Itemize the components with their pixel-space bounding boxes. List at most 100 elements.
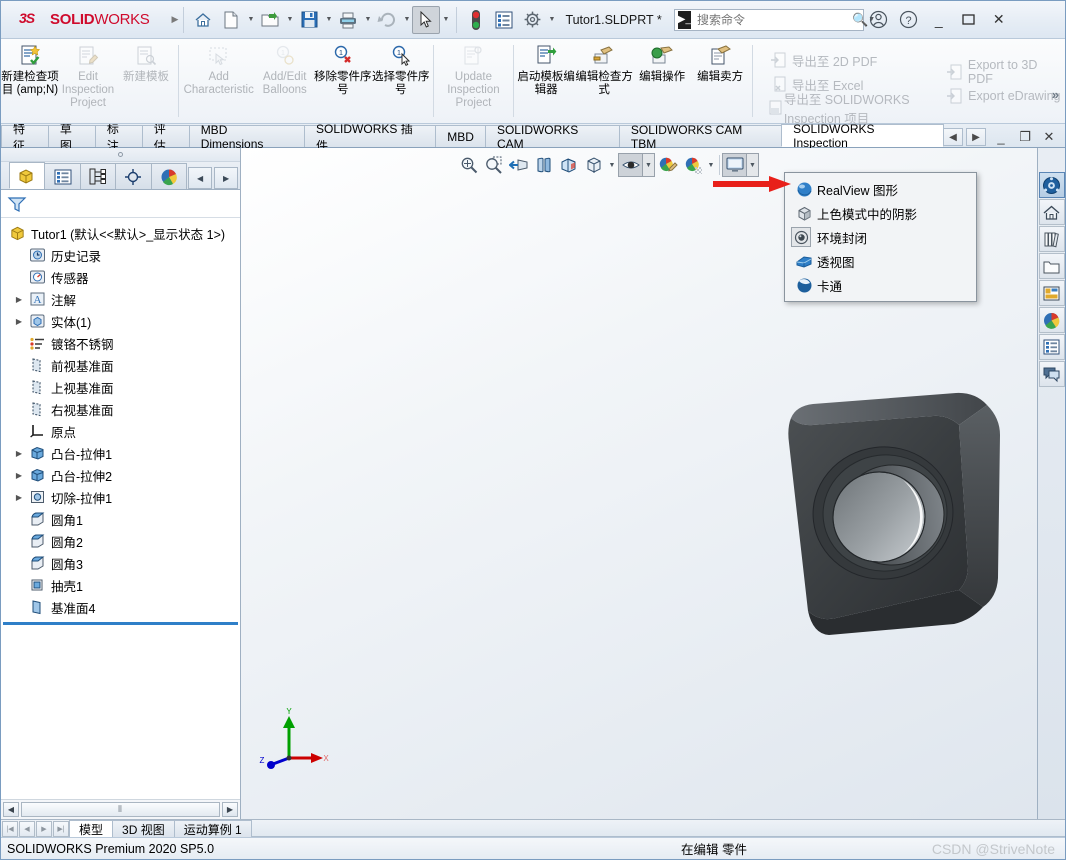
menu-item-perspective[interactable]: 透视图 xyxy=(785,249,976,273)
ribbon-add-characteristic[interactable]: Add Characteristic xyxy=(182,39,256,123)
doc-minimize-button[interactable]: _ xyxy=(989,127,1013,147)
fm-nav-next-button[interactable]: ▶ xyxy=(214,167,239,189)
undo-button[interactable] xyxy=(373,6,401,34)
panel-splitter[interactable] xyxy=(1,148,240,162)
save-button[interactable] xyxy=(295,6,323,34)
zoom-to-area-icon[interactable] xyxy=(481,153,506,177)
account-button[interactable] xyxy=(864,7,894,33)
hide-show-items-icon[interactable] xyxy=(618,153,643,177)
tree-item-front-plane[interactable]: 前视基准面 xyxy=(1,354,240,376)
view-palette-icon[interactable] xyxy=(1038,253,1065,279)
zoom-to-fit-icon[interactable] xyxy=(456,153,481,177)
tree-item-sensors[interactable]: 传感器 xyxy=(1,266,240,288)
dimxpert-manager-tab[interactable] xyxy=(115,163,152,189)
menu-item-shadows-in-shaded-mode[interactable]: 上色模式中的阴影 xyxy=(785,201,976,225)
configuration-manager-tab[interactable] xyxy=(79,163,117,189)
home-button[interactable] xyxy=(189,6,217,34)
ribbon-new-template[interactable]: 新建模板 xyxy=(117,39,175,123)
rebuild-button[interactable] xyxy=(462,6,490,34)
search-input[interactable] xyxy=(691,12,853,27)
ribbon-edit-operation[interactable]: 编辑操作 xyxy=(633,39,691,123)
tab-solidworks-addins[interactable]: SOLIDWORKS 插件 xyxy=(304,122,437,153)
export-swi-item[interactable]: 导出至 SOLIDWORKS Inspection 项目 xyxy=(766,93,932,126)
hide-show-items-caret-icon[interactable]: ▼ xyxy=(643,153,655,177)
view-orientation-icon[interactable] xyxy=(556,153,581,177)
open-caret-icon[interactable]: ▼ xyxy=(284,16,295,23)
expand-chevron-icon[interactable]: ▶ xyxy=(11,493,27,502)
ribbon-edit-vendor[interactable]: 编辑卖方 xyxy=(691,39,749,123)
tree-item-solid-bodies[interactable]: ▶ 实体(1) xyxy=(1,310,240,332)
display-manager-tab[interactable] xyxy=(150,163,188,189)
view-setting-caret-icon[interactable]: ▼ xyxy=(705,153,717,177)
open-button[interactable] xyxy=(256,6,284,34)
expand-chevron-icon[interactable]: ▶ xyxy=(11,295,27,304)
expand-chevron-icon[interactable]: ▶ xyxy=(11,471,27,480)
ribbon-add-edit-balloons[interactable]: 1 Add/Edit Balloons xyxy=(256,39,314,123)
tab-markup[interactable]: 标注 xyxy=(94,122,143,153)
new-document-caret-icon[interactable]: ▼ xyxy=(245,16,256,23)
tree-item-boss-extrude1[interactable]: ▶ 凸台-拉伸1 xyxy=(1,442,240,464)
custom-properties-icon[interactable] xyxy=(1038,334,1065,360)
section-view-icon[interactable] xyxy=(531,153,556,177)
select-tool-button[interactable] xyxy=(412,5,441,34)
tab-evaluate[interactable]: 评估 xyxy=(141,122,190,153)
tree-item-origin[interactable]: 原点 xyxy=(1,420,240,442)
apply-scene-icon[interactable] xyxy=(655,153,680,177)
options-caret-icon[interactable]: ▼ xyxy=(546,16,557,23)
viewport-caret-icon[interactable]: ▼ xyxy=(747,153,759,177)
tree-item-boss-extrude2[interactable]: ▶ 凸台-拉伸2 xyxy=(1,464,240,486)
swift-feedback-icon[interactable] xyxy=(1038,361,1065,387)
feature-tree-tab[interactable] xyxy=(9,162,46,189)
menu-item-cartoon[interactable]: 卡通 xyxy=(785,273,976,297)
ribbon-new-inspection-project[interactable]: 新建检查项目 (amp;N) xyxy=(1,39,59,123)
solidworks-resources-icon[interactable] xyxy=(1038,172,1065,198)
tab-scroll-left-button[interactable]: ◀ xyxy=(943,128,963,146)
display-style-caret-icon[interactable]: ▼ xyxy=(606,153,618,177)
tree-item-fillet2[interactable]: 圆角2 xyxy=(1,530,240,552)
tab-last-button[interactable]: ▶| xyxy=(53,820,69,837)
tab-scroll-right-button[interactable]: ▶ xyxy=(966,128,986,146)
select-caret-icon[interactable]: ▼ xyxy=(440,16,451,23)
solidworks-logo[interactable]: 3S SOLIDWORKS xyxy=(5,10,158,30)
part-3d-model[interactable] xyxy=(751,373,1037,673)
expand-chevron-icon[interactable]: ▶ xyxy=(11,449,27,458)
display-style-icon[interactable] xyxy=(581,153,606,177)
minimize-button[interactable]: _ xyxy=(924,7,954,33)
export-2d-pdf-item[interactable]: 导出至 2D PDF xyxy=(766,48,932,72)
bottom-tab-3d-views[interactable]: 3D 视图 xyxy=(112,820,175,837)
options-button[interactable] xyxy=(518,6,546,34)
undo-caret-icon[interactable]: ▼ xyxy=(401,16,412,23)
tree-item-history[interactable]: 历史记录 xyxy=(1,244,240,266)
ribbon-edit-inspection-project[interactable]: Edit Inspection Project xyxy=(59,39,117,123)
appearances-scenes-icon[interactable] xyxy=(1038,280,1065,306)
tree-root-item[interactable]: Tutor1 (默认<<默认>_显示状态 1>) xyxy=(1,222,240,244)
graphics-area[interactable]: ▼ ▼ ▼ ▼ RealView 图形 上色模式中的阴影 环境封闭 透视图 卡通… xyxy=(241,148,1037,819)
tab-solidworks-cam-tbm[interactable]: SOLIDWORKS CAM TBM xyxy=(618,123,783,151)
tree-item-fillet3[interactable]: 圆角3 xyxy=(1,552,240,574)
doc-restore-button[interactable]: ❐ xyxy=(1013,127,1037,147)
tree-item-top-plane[interactable]: 上视基准面 xyxy=(1,376,240,398)
tree-item-fillet1[interactable]: 圆角1 xyxy=(1,508,240,530)
ribbon-select-balloons[interactable]: 1 选择零件序号 xyxy=(372,39,430,123)
close-button[interactable]: ✕ xyxy=(984,7,1014,33)
tab-prev-button[interactable]: ◀ xyxy=(19,820,35,837)
feature-tree-filter[interactable] xyxy=(1,190,240,218)
tab-sketch[interactable]: 草图 xyxy=(47,122,96,153)
hscroll-thumb[interactable]: ⦀ xyxy=(21,802,220,817)
maximize-button[interactable] xyxy=(954,7,984,33)
viewport-icon[interactable] xyxy=(722,153,747,177)
menu-item-ambient-occlusion[interactable]: 环境封闭 xyxy=(785,225,976,249)
rollback-bar[interactable] xyxy=(3,622,238,625)
hscroll-right-arrow-icon[interactable]: ▶ xyxy=(222,802,238,817)
display-states-sphere-icon[interactable] xyxy=(1038,307,1065,333)
design-library-home-icon[interactable] xyxy=(1038,199,1065,225)
tree-item-annotations[interactable]: ▶ A 注解 xyxy=(1,288,240,310)
display-manager-button[interactable] xyxy=(490,6,518,34)
tab-solidworks-cam[interactable]: SOLIDWORKS CAM xyxy=(484,123,620,151)
ribbon-launch-template-editor[interactable]: 启动模板编辑器 xyxy=(517,39,575,123)
doc-close-button[interactable]: ✕ xyxy=(1037,127,1061,147)
new-document-button[interactable] xyxy=(217,6,245,34)
export-3d-pdf-item[interactable]: Export to 3D PDF xyxy=(942,58,1065,86)
menu-expand-arrow-icon[interactable]: ▶ xyxy=(172,14,179,25)
feature-tree-hscrollbar[interactable]: ◀ ⦀ ▶ xyxy=(1,799,240,819)
